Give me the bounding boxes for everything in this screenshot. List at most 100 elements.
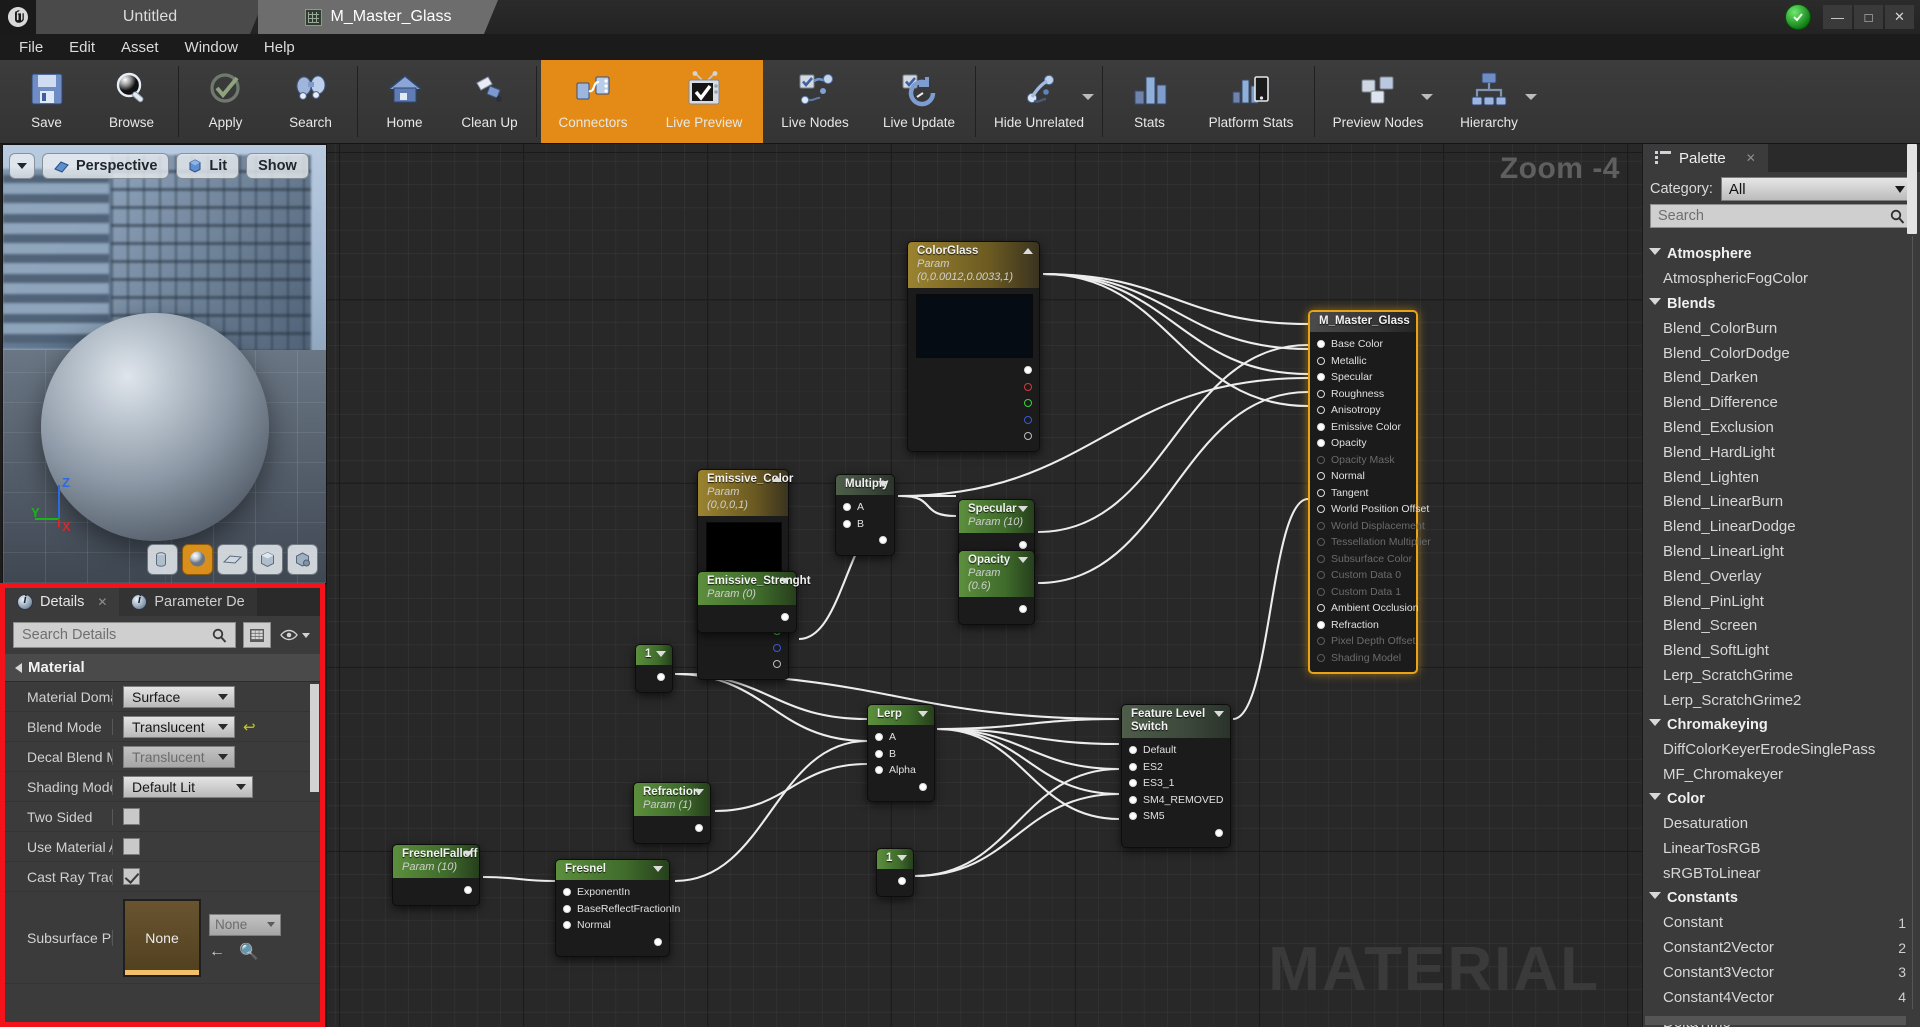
node-output-pin[interactable] xyxy=(868,779,934,796)
graph-node-m_master_glass[interactable]: M_Master_Glass Base Color Metallic Specu… xyxy=(1308,310,1431,674)
tab-palette[interactable]: Palette ✕ xyxy=(1643,144,1768,172)
details-grid-view-button[interactable] xyxy=(243,622,271,648)
node-output-pin[interactable] xyxy=(877,873,913,890)
tab-parameter-defaults[interactable]: Parameter De xyxy=(119,588,257,616)
viewport-options-button[interactable] xyxy=(9,153,35,179)
palette-category-blends[interactable]: Blends xyxy=(1643,291,1920,316)
graph-node-feature_level_switch[interactable]: Feature Level Switch Default ES2 ES3_1 SM4_R… xyxy=(1121,704,1231,848)
material-pin-tangent[interactable]: Tangent xyxy=(1310,485,1416,502)
detail-combo-shading-mode[interactable]: Default Lit xyxy=(123,775,253,798)
detail-combo-material-doma[interactable]: Surface xyxy=(123,685,235,708)
palette-category-select[interactable]: All xyxy=(1720,177,1913,201)
tab-details[interactable]: Details ✕ xyxy=(5,588,120,616)
node-input-pin[interactable]: Alpha xyxy=(868,762,934,779)
toolbar-platform-stats-button[interactable]: Platform Stats xyxy=(1192,60,1310,143)
palette-item-blend_exclusion[interactable]: Blend_Exclusion xyxy=(1643,415,1920,440)
menu-file[interactable]: File xyxy=(6,36,56,59)
details-view-options-button[interactable] xyxy=(278,622,312,648)
detail-combo-blend-mode[interactable]: Translucent xyxy=(123,715,235,738)
material-pin-refraction[interactable]: Refraction xyxy=(1310,617,1416,634)
node-output-pin[interactable] xyxy=(698,609,796,626)
menu-window[interactable]: Window xyxy=(172,36,251,59)
source-control-status-icon[interactable] xyxy=(1785,4,1811,30)
palette-scrollbar-track[interactable] xyxy=(1912,236,1913,1009)
detail-checkbox-use-material-a[interactable] xyxy=(123,838,140,855)
chevron-down-icon[interactable] xyxy=(897,855,907,861)
node-output-pin[interactable] xyxy=(1122,825,1230,842)
palette-scrollbar-thumb[interactable] xyxy=(1907,144,1917,234)
tab-m-master-glass[interactable]: M_Master_Glass xyxy=(258,0,498,34)
toolbar-search-button[interactable]: Search xyxy=(268,60,353,143)
tab-untitled[interactable]: Untitled xyxy=(36,0,264,34)
node-input-pin[interactable]: ExponentIn xyxy=(556,884,669,901)
subsurface-profile-select[interactable]: None xyxy=(209,913,281,936)
toolbar-browse-button[interactable]: Browse xyxy=(89,60,174,143)
node-header[interactable]: Emissive_Color Param (0,0,0,1) xyxy=(698,470,793,516)
palette-item-constant[interactable]: Constant 1 xyxy=(1643,911,1920,936)
graph-node-colorglass[interactable]: ColorGlass Param (0,0.0012,0.0033,1) xyxy=(907,241,1040,452)
menu-edit[interactable]: Edit xyxy=(56,36,108,59)
material-pin-specular[interactable]: Specular xyxy=(1310,369,1416,386)
palette-tab-close-icon[interactable]: ✕ xyxy=(1746,151,1756,165)
palette-item-atmosphericfogcolor[interactable]: AtmosphericFogColor xyxy=(1643,267,1920,292)
node-output-pin[interactable] xyxy=(959,601,1034,618)
toolbar-save-button[interactable]: Save xyxy=(4,60,89,143)
graph-node-emissive_strength[interactable]: Emissive_Strenght Param (0) xyxy=(697,571,811,633)
browse-to-asset-icon[interactable]: 🔍 xyxy=(239,942,259,962)
palette-item-blend_overlay[interactable]: Blend_Overlay xyxy=(1643,564,1920,589)
node-header[interactable]: Refraction Param (1) xyxy=(634,783,710,816)
graph-node-opacity[interactable]: Opacity Param (0.6) xyxy=(958,550,1035,625)
node-header[interactable]: Emissive_Strenght Param (0) xyxy=(698,572,811,605)
palette-item-blend_colordodge[interactable]: Blend_ColorDodge xyxy=(1643,341,1920,366)
node-header[interactable]: FresnelFalloff Param (10) xyxy=(393,845,479,878)
palette-category-atmosphere[interactable]: Atmosphere xyxy=(1643,242,1920,267)
chevron-down-icon[interactable] xyxy=(694,789,704,795)
toolbar-home-button[interactable]: Home xyxy=(362,60,447,143)
material-pin-normal[interactable]: Normal xyxy=(1310,468,1416,485)
palette-item-blend_colorburn[interactable]: Blend_ColorBurn xyxy=(1643,316,1920,341)
chevron-down-icon[interactable] xyxy=(878,481,888,487)
graph-node-const1a[interactable]: 1 xyxy=(635,644,673,693)
palette-horizontal-scrollbar[interactable] xyxy=(1645,1016,1906,1025)
node-output-pin[interactable] xyxy=(836,532,894,549)
node-input-pin[interactable]: Default xyxy=(1122,742,1230,759)
palette-item-blend_hardlight[interactable]: Blend_HardLight xyxy=(1643,440,1920,465)
palette-search-input[interactable]: Search xyxy=(1650,204,1913,228)
chevron-down-icon[interactable] xyxy=(1214,711,1224,717)
node-header[interactable]: Opacity Param (0.6) xyxy=(959,551,1034,597)
toolbar-live-update-button[interactable]: Live Update xyxy=(867,60,971,143)
palette-item-blend_lighten[interactable]: Blend_Lighten xyxy=(1643,465,1920,490)
viewport-show-menu-button[interactable]: Show xyxy=(246,153,309,179)
chevron-up-icon[interactable] xyxy=(772,476,782,482)
toolbar-connectors-button[interactable]: Connectors xyxy=(541,60,645,143)
menu-help[interactable]: Help xyxy=(251,36,308,59)
viewport-camera-mode-button[interactable]: Perspective xyxy=(42,153,170,179)
node-output-pin[interactable] xyxy=(556,934,669,951)
reset-to-default-icon[interactable]: ↩ xyxy=(243,718,256,736)
material-pin-base-color[interactable]: Base Color xyxy=(1310,336,1416,353)
palette-item-blend_linearlight[interactable]: Blend_LinearLight xyxy=(1643,539,1920,564)
node-output-pin[interactable] xyxy=(698,640,788,657)
minimize-button[interactable]: — xyxy=(1823,5,1852,29)
graph-node-lerp[interactable]: Lerp A B Alpha xyxy=(867,704,935,802)
node-header[interactable]: 1 xyxy=(877,849,913,869)
node-input-pin[interactable]: Normal xyxy=(556,917,669,934)
node-output-pin[interactable] xyxy=(908,412,1039,429)
palette-item-diffcolorkeyererodesinglepass[interactable]: DiffColorKeyerErodeSinglePass xyxy=(1643,737,1920,762)
material-pin-ambient-occlusion[interactable]: Ambient Occlusion xyxy=(1310,600,1419,617)
palette-item-blend_softlight[interactable]: Blend_SoftLight xyxy=(1643,638,1920,663)
node-header[interactable]: ColorGlass Param (0,0.0012,0.0033,1) xyxy=(908,242,1039,288)
chevron-down-icon[interactable] xyxy=(1018,506,1028,512)
palette-node-list[interactable]: Atmosphere AtmosphericFogColor Blends Blen… xyxy=(1643,242,1920,1027)
material-pin-world-position-offset[interactable]: World Position Offset xyxy=(1310,501,1429,518)
node-header[interactable]: M_Master_Glass xyxy=(1310,312,1416,332)
palette-item-lerp_scratchgrime[interactable]: Lerp_ScratchGrime xyxy=(1643,663,1920,688)
node-output-pin[interactable] xyxy=(908,379,1039,396)
subsurface-profile-thumbnail[interactable]: None xyxy=(123,898,201,977)
node-header[interactable]: Multiply xyxy=(836,475,894,495)
node-header[interactable]: Feature Level Switch xyxy=(1122,705,1230,738)
details-scrollbar[interactable] xyxy=(310,684,319,792)
node-input-pin[interactable]: ES3_1 xyxy=(1122,775,1230,792)
use-selected-asset-icon[interactable]: ← xyxy=(209,943,225,961)
node-input-pin[interactable]: ES2 xyxy=(1122,759,1230,776)
